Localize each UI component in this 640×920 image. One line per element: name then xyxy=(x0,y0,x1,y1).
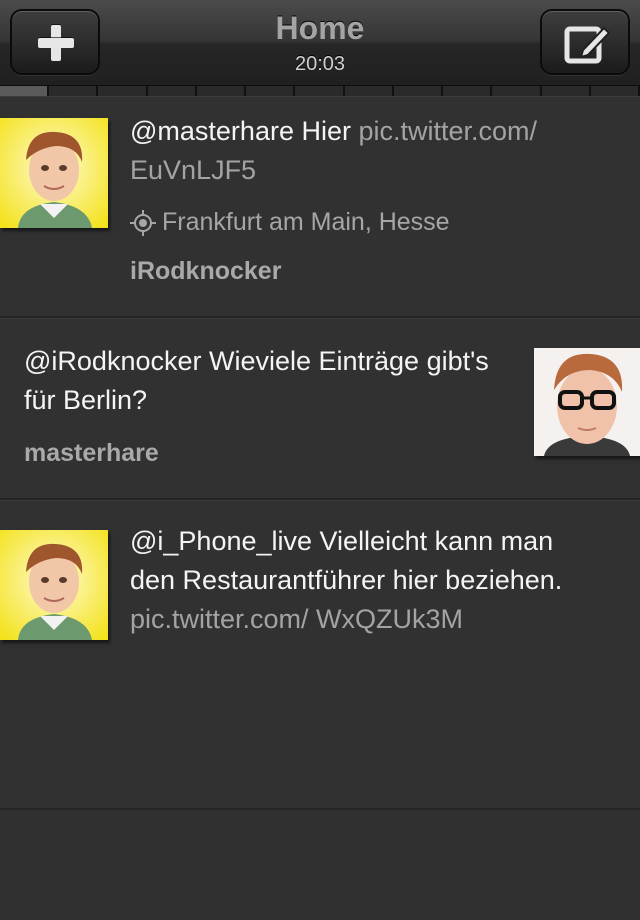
tweet-cell[interactable]: @iRodknocker Wieviele Einträge gibt's fü… xyxy=(0,318,640,500)
tweet-location[interactable]: Frankfurt am Main, Hesse xyxy=(130,208,450,237)
avatar[interactable] xyxy=(0,118,108,228)
tweet-cell[interactable]: @i_Phone_live Vielleicht kann man den Re… xyxy=(0,500,640,810)
tweet-link[interactable]: pic.twitter.com/ WxQZUk3M xyxy=(130,604,463,634)
page-indicator-segment xyxy=(443,86,493,96)
tweet-text: @masterhare Hier pic.twitter.com/ EuVnLJ… xyxy=(130,112,620,190)
page-indicator-segment xyxy=(49,86,99,96)
page-indicator-segment xyxy=(147,86,197,96)
tweet-cell[interactable]: @masterhare Hier pic.twitter.com/ EuVnLJ… xyxy=(0,96,640,318)
page-indicator-segment xyxy=(590,86,640,96)
page-indicator-segment xyxy=(344,86,394,96)
tweet-body: @iRodknocker Wieviele Einträge gibt's fü… xyxy=(24,346,489,415)
avatar[interactable] xyxy=(534,348,640,456)
location-label: Frankfurt am Main, Hesse xyxy=(162,208,450,236)
tweet-text: @i_Phone_live Vielleicht kann man den Re… xyxy=(130,522,600,639)
page-indicator-segment xyxy=(541,86,591,96)
page-indicator-segment xyxy=(0,86,50,96)
page-indicator-segment xyxy=(492,86,542,96)
location-icon xyxy=(130,209,156,236)
compose-icon xyxy=(564,26,610,64)
page-indicator-segment xyxy=(246,86,296,96)
page-indicator-segment xyxy=(393,86,444,96)
page-indicator-segment xyxy=(196,86,247,96)
navigation-bar: Home 20:03 xyxy=(0,0,640,86)
tweet-author[interactable]: iRodknocker xyxy=(130,257,281,286)
page-indicator xyxy=(0,86,640,96)
tweet-text: @iRodknocker Wieviele Einträge gibt's fü… xyxy=(24,342,504,420)
tweet-body: @i_Phone_live Vielleicht kann man den Re… xyxy=(130,526,563,595)
avatar[interactable] xyxy=(0,530,108,640)
page-indicator-segment xyxy=(295,86,345,96)
compose-tweet-button[interactable] xyxy=(540,9,630,75)
tweet-author[interactable]: masterhare xyxy=(24,439,159,468)
page-indicator-segment xyxy=(98,86,148,96)
timeline[interactable]: @masterhare Hier pic.twitter.com/ EuVnLJ… xyxy=(0,96,640,920)
tweet-body: @masterhare Hier xyxy=(130,116,359,146)
